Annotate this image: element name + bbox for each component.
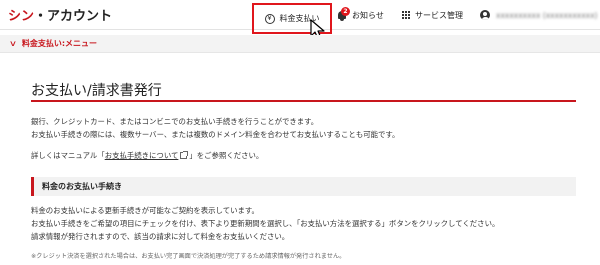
footnote: ※クレジット決済を選択された場合は、お支払い完了画面で決済処理が完了するため請求… (31, 253, 346, 260)
user-icon (480, 10, 490, 20)
manual-prefix: 詳しくはマニュアル「 (31, 151, 105, 160)
section-title: 料金のお支払い手続き (42, 182, 122, 191)
nav-news-button[interactable]: 2 お知らせ (337, 0, 392, 30)
grid-icon (402, 11, 410, 19)
chevron-down-icon: ∨ (8, 39, 18, 48)
section-header-payment: 料金のお支払い手続き (31, 177, 576, 196)
user-account-name: xxxxxxxxxx (xxxxxxxxxxx) (496, 10, 598, 20)
user-menu[interactable]: xxxxxxxxxx (xxxxxxxxxxx) (480, 0, 600, 30)
nav-service-button[interactable]: サービス管理 (402, 0, 472, 30)
title-divider (31, 100, 576, 102)
section-line-3: 請求情報が発行されますので、該当の請求に対して料金をお支払いください。 (31, 232, 290, 241)
external-link-icon (180, 151, 189, 159)
bell-icon: 2 (337, 6, 350, 21)
logo-text-brand: シン (8, 9, 35, 24)
nav-news-label: お知らせ (352, 10, 384, 20)
intro-line-1: 銀行、クレジットカード、またはコンビニでのお支払い手続きを行うことができます。 (31, 117, 319, 126)
page-title: お支払い/請求書発行 (31, 83, 162, 99)
top-header: シン・アカウント ¥ 料金支払い 2 お知らせ サービス管理 xxxxxxxxx… (0, 0, 600, 34)
manual-suffix: 」をご参照ください。 (189, 151, 264, 160)
breadcrumb[interactable]: ∨ 料金支払い:メニュー (0, 35, 600, 53)
app-logo[interactable]: シン・アカウント (8, 5, 112, 24)
intro-line-2: お支払い手続きの際には、複数サーバー、または複数のドメイン料金を合わせてお支払い… (31, 130, 400, 139)
manual-link[interactable]: お支払手続きについて (105, 151, 179, 160)
section-line-2: お支払い手続きをご希望の項目にチェックを付け、表下より更新期間を選択し、「お支払… (31, 219, 500, 228)
breadcrumb-label: 料金支払い:メニュー (21, 39, 98, 48)
yen-icon: ¥ (264, 13, 275, 24)
notification-badge: 2 (341, 6, 350, 16)
logo-text-product: ・アカウント (34, 9, 113, 24)
nav-service-label: サービス管理 (415, 10, 463, 20)
section-line-1: 料金のお支払いによる更新手続きが可能なご契約を表示しています。 (31, 206, 259, 215)
manual-reference: 詳しくはマニュアル「お支払手続きについて 」をご参照ください。 (31, 150, 263, 161)
